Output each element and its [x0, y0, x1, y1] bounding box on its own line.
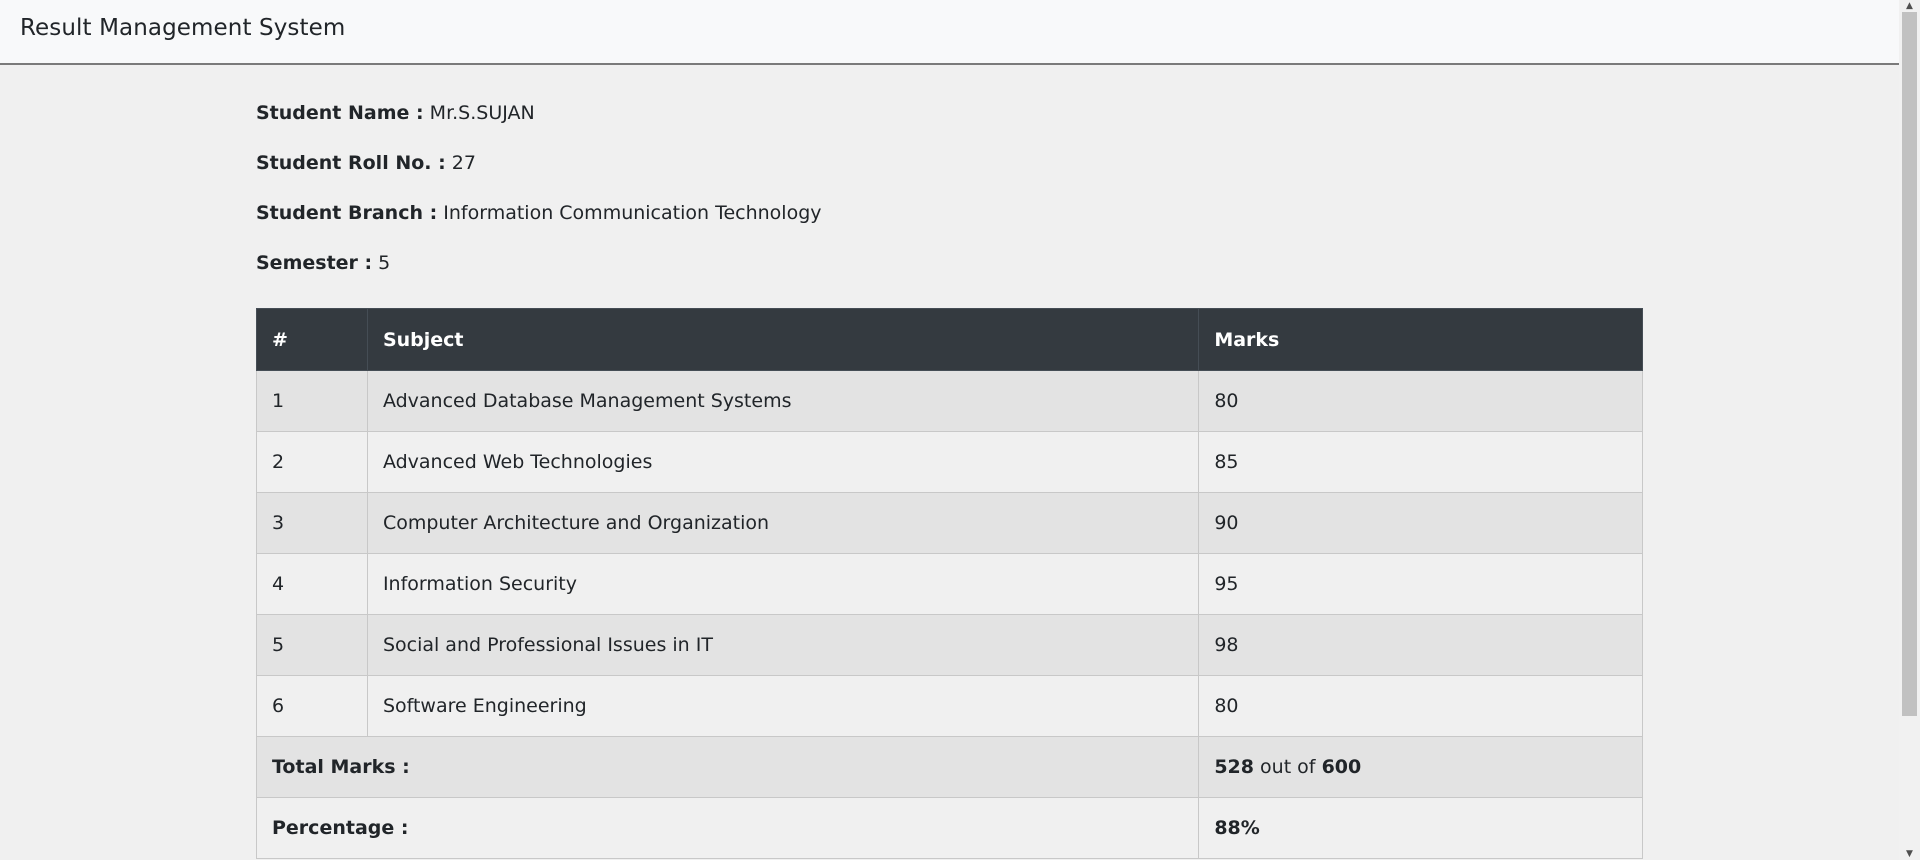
- row-number: 5: [256, 614, 368, 676]
- percentage-row: Percentage : 88%: [255, 797, 1643, 859]
- student-branch-label: Student Branch :: [256, 202, 438, 224]
- row-number: 1: [256, 370, 368, 432]
- subject-name: Information Security: [366, 553, 1200, 615]
- subject-name: Computer Architecture and Organization: [366, 492, 1200, 554]
- total-marks-out-of: out of: [1260, 756, 1316, 778]
- total-marks-label-cell: Total Marks :: [255, 736, 1200, 798]
- semester-value: 5: [378, 252, 391, 274]
- student-branch-value: Information Communication Technology: [443, 202, 822, 224]
- scrollbar-thumb[interactable]: [1902, 12, 1917, 716]
- subject-marks: 80: [1198, 370, 1643, 432]
- table-row: 4 Information Security 95: [256, 553, 1643, 615]
- student-roll-value: 27: [451, 152, 476, 174]
- total-marks-maximum: 600: [1321, 756, 1362, 778]
- subject-name: Software Engineering: [366, 675, 1200, 737]
- marks-table: # Subject Marks 1 Advanced Database Mana…: [255, 308, 1643, 859]
- column-header-marks: Marks: [1198, 308, 1643, 371]
- total-marks-row: Total Marks : 528 out of 600: [255, 736, 1643, 798]
- column-header-subject: Subject: [366, 308, 1200, 371]
- table-row: 3 Computer Architecture and Organization…: [256, 492, 1643, 554]
- percentage-label: Percentage :: [272, 817, 409, 839]
- row-number: 2: [256, 431, 368, 493]
- table-row: 5 Social and Professional Issues in IT 9…: [256, 614, 1643, 676]
- total-marks-obtained: 528: [1214, 756, 1254, 778]
- app-title[interactable]: Result Management System: [20, 15, 345, 41]
- vertical-scrollbar[interactable]: ▲ ▼: [1899, 0, 1920, 860]
- student-name-line: Student Name : Mr.S.SUJAN: [256, 100, 1643, 150]
- table-row: 6 Software Engineering 80: [256, 675, 1643, 737]
- student-name-value: Mr.S.SUJAN: [429, 102, 535, 124]
- column-header-number: #: [256, 308, 368, 371]
- scroll-up-arrow-icon[interactable]: ▲: [1899, 0, 1920, 12]
- percentage-value-cell: 88%: [1198, 797, 1643, 859]
- row-number: 6: [256, 675, 368, 737]
- percentage-label-cell: Percentage :: [255, 797, 1200, 859]
- scroll-down-arrow-icon[interactable]: ▼: [1899, 848, 1920, 860]
- table-row: 1 Advanced Database Management Systems 8…: [256, 370, 1643, 432]
- row-number: 3: [256, 492, 368, 554]
- subject-name: Advanced Database Management Systems: [366, 370, 1200, 432]
- student-roll-line: Student Roll No. : 27: [256, 150, 1643, 200]
- subject-marks: 90: [1198, 492, 1643, 554]
- result-content: Student Name : Mr.S.SUJAN Student Roll N…: [255, 100, 1643, 859]
- student-roll-label: Student Roll No. :: [256, 152, 446, 174]
- percentage-value: 88%: [1214, 817, 1260, 839]
- subject-name: Social and Professional Issues in IT: [366, 614, 1200, 676]
- table-row: 2 Advanced Web Technologies 85: [256, 431, 1643, 493]
- student-branch-line: Student Branch : Information Communicati…: [256, 200, 1643, 250]
- subject-marks: 85: [1198, 431, 1643, 493]
- subject-marks: 95: [1198, 553, 1643, 615]
- total-marks-value-cell: 528 out of 600: [1198, 736, 1643, 798]
- subject-name: Advanced Web Technologies: [366, 431, 1200, 493]
- total-marks-label: Total Marks :: [272, 756, 410, 778]
- subject-marks: 98: [1198, 614, 1643, 676]
- subject-marks: 80: [1198, 675, 1643, 737]
- semester-line: Semester : 5: [256, 250, 1643, 300]
- semester-label: Semester :: [256, 252, 373, 274]
- table-header-row: # Subject Marks: [256, 308, 1643, 371]
- student-name-label: Student Name :: [256, 102, 424, 124]
- navbar: Result Management System: [0, 0, 1899, 65]
- row-number: 4: [256, 553, 368, 615]
